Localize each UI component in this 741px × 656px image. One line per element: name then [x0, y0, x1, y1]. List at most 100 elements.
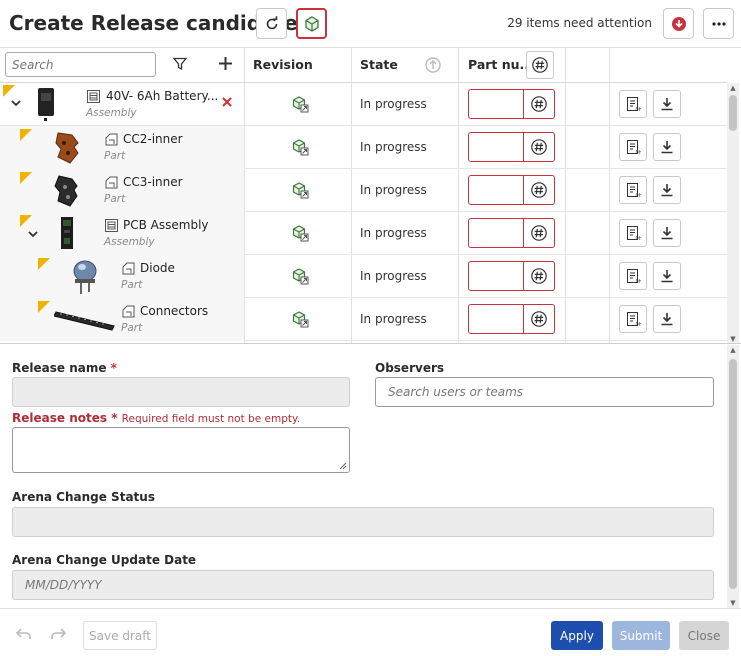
table-row[interactable]: PCB Assembly Assembly In progress 0h — [0, 212, 727, 255]
redo-icon — [51, 628, 67, 639]
generate-part-number-button[interactable] — [523, 133, 554, 161]
generate-part-number-button[interactable] — [523, 90, 554, 118]
chevron-down-icon — [11, 100, 21, 107]
arena-date-field[interactable]: MM/DD/YYYY — [12, 570, 714, 600]
generate-part-number-button[interactable] — [523, 176, 554, 204]
form-scrollbar[interactable]: ▲ ▼ — [727, 345, 739, 608]
download-icon — [661, 98, 673, 111]
chevron-down-icon — [28, 231, 38, 238]
warning-flag-icon — [3, 85, 15, 97]
release-package-button[interactable] — [296, 8, 327, 39]
remove-button[interactable] — [221, 96, 233, 111]
generate-part-number-button[interactable] — [523, 262, 554, 290]
column-state[interactable]: State — [360, 57, 398, 72]
scroll-up-arrow-icon[interactable]: ▲ — [727, 345, 739, 355]
scroll-down-arrow-icon[interactable]: ▼ — [727, 598, 739, 608]
download-button[interactable] — [653, 305, 681, 333]
search-input[interactable] — [5, 52, 156, 77]
scroll-up-arrow-icon[interactable]: ▲ — [727, 83, 739, 93]
part-thumbnail — [54, 174, 80, 211]
save-draft-button[interactable]: Save draft — [83, 621, 157, 650]
table-row[interactable]: CC3-inner Part In progress 0h — [0, 169, 727, 212]
column-part-number[interactable]: Part nu... — [468, 57, 534, 72]
row-name[interactable]: CC2-inner — [123, 132, 183, 146]
form-scrollbar-thumb[interactable] — [729, 359, 737, 589]
table-row[interactable]: CC2-inner Part In progress 0h — [0, 126, 727, 169]
part-number-field[interactable] — [468, 175, 555, 205]
row-name[interactable]: 40V- 6Ah Battery... — [106, 89, 218, 103]
diode-icon — [73, 260, 97, 294]
release-name-field[interactable] — [12, 377, 350, 407]
submit-button[interactable]: Submit — [612, 621, 670, 650]
add-button[interactable] — [217, 55, 234, 75]
properties-button[interactable]: 0h — [619, 133, 647, 161]
download-button[interactable] — [653, 176, 681, 204]
download-button[interactable] — [653, 133, 681, 161]
state-refresh-button[interactable] — [424, 56, 442, 77]
package-icon — [304, 15, 319, 32]
close-button[interactable]: Close — [679, 621, 729, 650]
properties-button[interactable]: 0h — [619, 305, 647, 333]
part-thumbnail — [53, 308, 118, 335]
svg-text:0h: 0h — [636, 236, 642, 241]
release-notes-error: Required field must not be empty. — [121, 413, 301, 425]
release-notes-textarea[interactable] — [12, 427, 350, 473]
refresh-button[interactable] — [256, 8, 287, 39]
row-name[interactable]: Connectors — [140, 304, 208, 318]
undo-button[interactable] — [15, 628, 32, 643]
row-type: Part — [121, 279, 143, 291]
svg-text:0h: 0h — [636, 193, 642, 198]
part-number-field[interactable] — [468, 89, 555, 119]
expand-toggle[interactable] — [27, 228, 39, 243]
expand-toggle[interactable] — [10, 97, 22, 112]
attention-nav-button[interactable] — [663, 8, 694, 39]
row-state: In progress — [360, 226, 427, 240]
warning-flag-icon — [20, 215, 32, 227]
more-options-button[interactable] — [703, 8, 734, 39]
hash-icon — [531, 268, 547, 284]
row-name[interactable]: PCB Assembly — [123, 218, 209, 232]
revision-icon[interactable] — [291, 181, 309, 202]
table-scrollbar[interactable]: ▲ ▼ — [727, 83, 739, 343]
generate-part-number-button[interactable] — [523, 305, 554, 333]
attention-count: 29 items need attention — [507, 16, 652, 30]
filter-icon — [172, 57, 188, 71]
properties-button[interactable]: 0h — [619, 262, 647, 290]
revision-icon[interactable] — [291, 95, 309, 116]
part-number-field[interactable] — [468, 304, 555, 334]
download-button[interactable] — [653, 262, 681, 290]
svg-text:0h: 0h — [636, 150, 642, 155]
part-number-field[interactable] — [468, 218, 555, 248]
release-notes-label: Release notes * Required field must not … — [12, 411, 301, 425]
properties-button[interactable]: 0h — [619, 90, 647, 118]
properties-button[interactable]: 0h — [619, 219, 647, 247]
arena-status-field[interactable] — [12, 507, 714, 537]
generate-all-part-numbers-button[interactable] — [526, 51, 554, 79]
filter-button[interactable] — [172, 56, 188, 75]
redo-button[interactable] — [50, 628, 67, 643]
revision-icon[interactable] — [291, 310, 309, 331]
column-revision[interactable]: Revision — [253, 57, 313, 72]
observers-search-input[interactable]: Search users or teams — [375, 377, 714, 407]
table-row[interactable]: Connectors Part In progress 0h — [0, 298, 727, 341]
dialog-footer: Save draft Apply Submit Close — [0, 608, 741, 656]
revision-icon[interactable] — [291, 138, 309, 159]
download-icon — [661, 227, 673, 240]
generate-part-number-button[interactable] — [523, 219, 554, 247]
part-number-field[interactable] — [468, 132, 555, 162]
table-row[interactable]: 40V- 6Ah Battery... Assembly In progress… — [0, 83, 727, 126]
hash-icon — [531, 225, 547, 241]
properties-button[interactable]: 0h — [619, 176, 647, 204]
revision-icon[interactable] — [291, 224, 309, 245]
apply-button[interactable]: Apply — [551, 621, 603, 650]
part-thumbnail — [54, 131, 80, 168]
table-row[interactable]: Diode Part In progress 0h — [0, 255, 727, 298]
revision-icon[interactable] — [291, 267, 309, 288]
download-button[interactable] — [653, 90, 681, 118]
scroll-down-arrow-icon[interactable]: ▼ — [727, 334, 739, 343]
row-name[interactable]: CC3-inner — [123, 175, 183, 189]
part-number-field[interactable] — [468, 261, 555, 291]
download-button[interactable] — [653, 219, 681, 247]
row-name[interactable]: Diode — [140, 261, 175, 275]
table-scrollbar-thumb[interactable] — [729, 95, 737, 131]
